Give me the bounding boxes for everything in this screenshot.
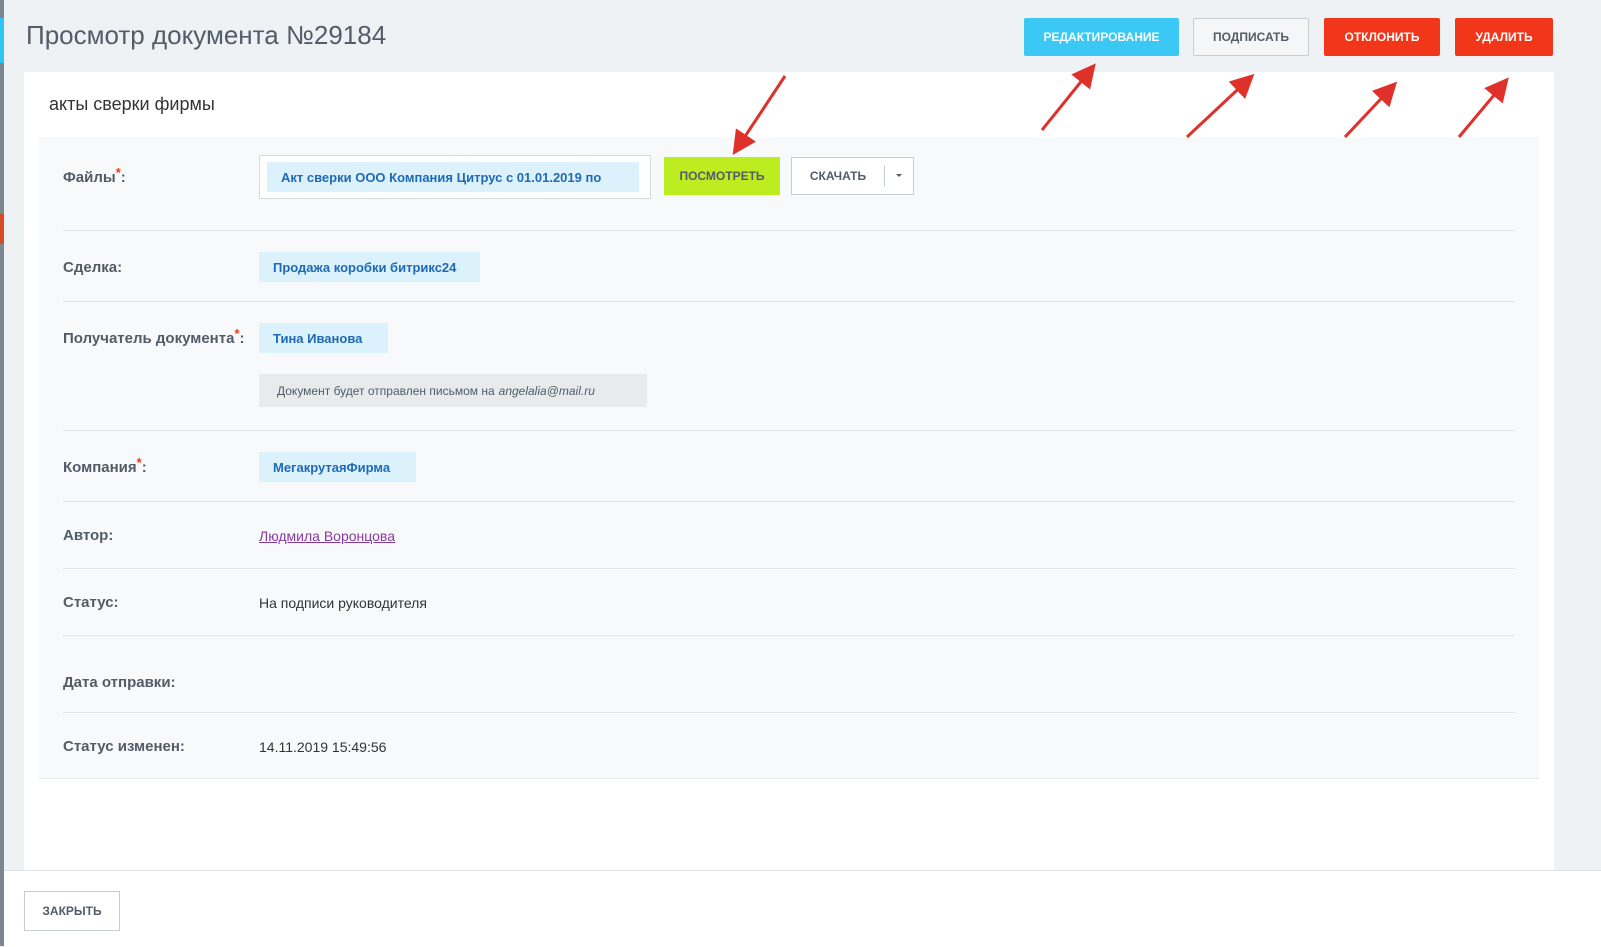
files-row: Файлы*: Акт сверки ООО Компания Цитрус с…: [63, 137, 1515, 231]
document-subtitle: акты сверки фирмы: [49, 94, 215, 114]
send-date-label: Дата отправки:: [63, 674, 176, 691]
label-colon: :: [141, 459, 147, 476]
close-button[interactable]: ЗАКРЫТЬ: [24, 891, 120, 931]
view-button[interactable]: ПОСМОТРЕТЬ: [664, 157, 780, 195]
recipient-row: Получатель документа*: Тина Иванова Доку…: [63, 302, 1515, 431]
document-form: Файлы*: Акт сверки ООО Компания Цитрус с…: [39, 137, 1539, 779]
edit-button[interactable]: РЕДАКТИРОВАНИЕ: [1024, 18, 1179, 56]
company-chip[interactable]: МегакрутаяФирма: [259, 452, 416, 482]
sign-button[interactable]: ПОДПИСАТЬ: [1193, 18, 1309, 56]
recipient-label-text: Получатель документа: [63, 330, 235, 347]
status-changed-label: Статус изменен:: [63, 738, 185, 755]
download-button[interactable]: СКАЧАТЬ: [791, 157, 914, 195]
file-chip[interactable]: Акт сверки ООО Компания Цитрус с 01.01.2…: [267, 162, 639, 192]
status-row: Статус: На подписи руководителя: [63, 569, 1515, 636]
delete-button[interactable]: УДАЛИТЬ: [1455, 18, 1553, 56]
email-notice: Документ будет отправлен письмом на ange…: [259, 374, 647, 407]
company-label: Компания*:: [63, 455, 147, 476]
email-address: angelalia@mail.ru: [498, 383, 595, 398]
email-notice-text: Документ будет отправлен письмом на: [277, 383, 495, 398]
label-colon: :: [239, 330, 245, 347]
required-mark: *: [136, 455, 142, 470]
company-label-text: Компания: [63, 459, 137, 476]
deal-label: Сделка:: [63, 259, 123, 276]
reject-button[interactable]: ОТКЛОНИТЬ: [1324, 18, 1440, 56]
status-changed-row: Статус изменен: 14.11.2019 15:49:56: [63, 713, 1515, 777]
document-card: акты сверки фирмы Файлы*: Акт сверки ООО…: [24, 72, 1554, 870]
status-value: На подписи руководителя: [259, 595, 427, 611]
author-row: Автор: Людмила Воронцова: [63, 502, 1515, 569]
status-changed-value: 14.11.2019 15:49:56: [259, 739, 387, 755]
send-date-row: Дата отправки:: [63, 636, 1515, 713]
file-field: Акт сверки ООО Компания Цитрус с 01.01.2…: [259, 155, 651, 199]
page-title: Просмотр документа №29184: [26, 20, 387, 50]
document-slider: Просмотр документа №29184 РЕДАКТИРОВАНИЕ…: [4, 0, 1601, 946]
required-mark: *: [234, 326, 240, 341]
download-button-label: СКАЧАТЬ: [809, 169, 867, 183]
chevron-down-icon[interactable]: [885, 173, 913, 179]
author-link[interactable]: Людмила Воронцова: [259, 528, 395, 544]
deal-row: Сделка: Продажа коробки битрикс24: [63, 231, 1515, 302]
status-label: Статус:: [63, 594, 119, 611]
deal-chip[interactable]: Продажа коробки битрикс24: [259, 252, 480, 282]
recipient-chip[interactable]: Тина Иванова: [259, 323, 388, 353]
company-row: Компания*: МегакрутаяФирма: [63, 431, 1515, 502]
footer-bar: ЗАКРЫТЬ: [4, 870, 1601, 947]
recipient-label: Получатель документа*:: [63, 326, 245, 347]
author-label: Автор:: [63, 527, 114, 544]
